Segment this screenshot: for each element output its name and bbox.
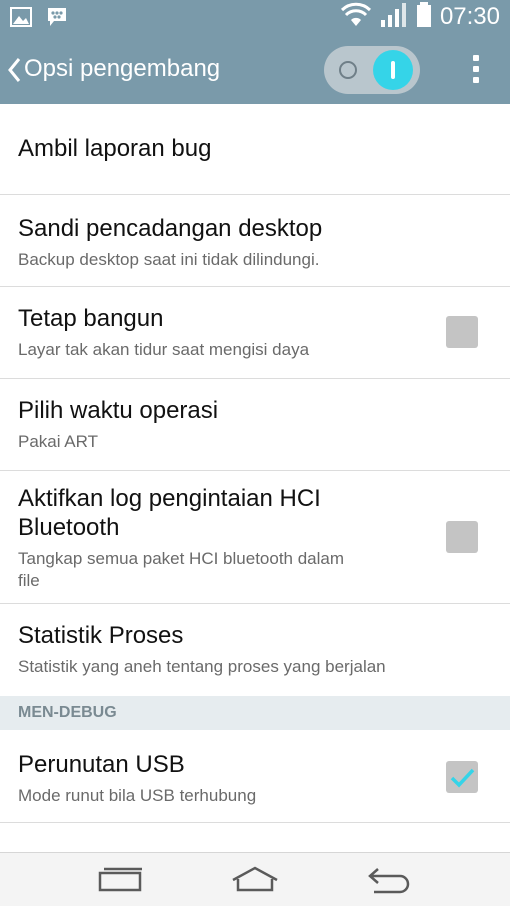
signal-icon [380,2,408,32]
list-item-title: Tetap bangun [18,305,164,332]
recent-apps-icon[interactable] [98,865,144,899]
action-bar: Opsi pengembang [0,36,510,104]
stay-awake-checkbox[interactable] [446,316,478,348]
developer-options-toggle[interactable] [324,46,420,94]
list-item-title-line1: Aktifkan log pengintaian HCI [18,485,321,512]
list-item-stay-awake[interactable]: Tetap bangun Layar tak akan tidur saat m… [0,287,510,379]
list-item-bluetooth-hci-log[interactable]: Aktifkan log pengintaian HCI Bluetooth T… [0,471,510,604]
toggle-knob [373,50,413,90]
list-item-subtitle-line1: Tangkap semua paket HCI bluetooth dalam [18,549,345,568]
toggle-off-icon [339,61,357,79]
wifi-icon [340,2,372,32]
list-item-subtitle: Layar tak akan tidur saat mengisi daya [18,340,310,359]
battery-icon [416,2,432,32]
usb-debugging-checkbox[interactable] [446,761,478,793]
list-item-subtitle: Statistik yang aneh tentang proses yang … [18,657,386,676]
settings-list: Ambil laporan bug Sandi pencadangan desk… [0,104,510,823]
status-bar: 07:30 [0,0,510,36]
list-item-subtitle: Pakai ART [18,432,99,451]
navigation-bar [0,852,510,906]
list-item-title: Pilih waktu operasi [18,397,219,424]
bluetooth-hci-log-checkbox[interactable] [446,521,478,553]
list-item-subtitle-line2: file [18,571,40,590]
chevron-left-icon[interactable] [6,56,22,84]
list-item-subtitle: Backup desktop saat ini tidak dilindungi… [18,250,320,269]
clock: 07:30 [439,3,500,30]
list-item-desktop-backup-password[interactable]: Sandi pencadangan desktop Backup desktop… [0,195,510,287]
gallery-icon [10,6,32,28]
section-header-debugging: MEN-DEBUG [0,696,510,730]
list-item-subtitle: Mode runut bila USB terhubung [18,786,257,805]
page-title: Opsi pengembang [24,55,221,82]
list-item-title-line2: Bluetooth [18,514,120,541]
list-item-runtime[interactable]: Pilih waktu operasi Pakai ART [0,379,510,471]
list-item-process-stats[interactable]: Statistik Proses Statistik yang aneh ten… [0,604,510,696]
list-item-usb-debugging[interactable]: Perunutan USB Mode runut bila USB terhub… [0,730,510,823]
section-header-label: MEN-DEBUG [18,704,117,721]
home-icon[interactable] [230,865,280,899]
back-icon[interactable] [366,865,412,899]
list-item-title: Statistik Proses [18,622,184,649]
list-item-bug-report[interactable]: Ambil laporan bug [0,104,510,195]
list-item-title: Ambil laporan bug [18,135,212,162]
messenger-icon [46,6,68,28]
list-item-title: Sandi pencadangan desktop [18,215,323,242]
overflow-menu-icon[interactable] [466,52,486,88]
list-item-title: Perunutan USB [18,751,185,778]
checkmark-icon [450,768,475,788]
